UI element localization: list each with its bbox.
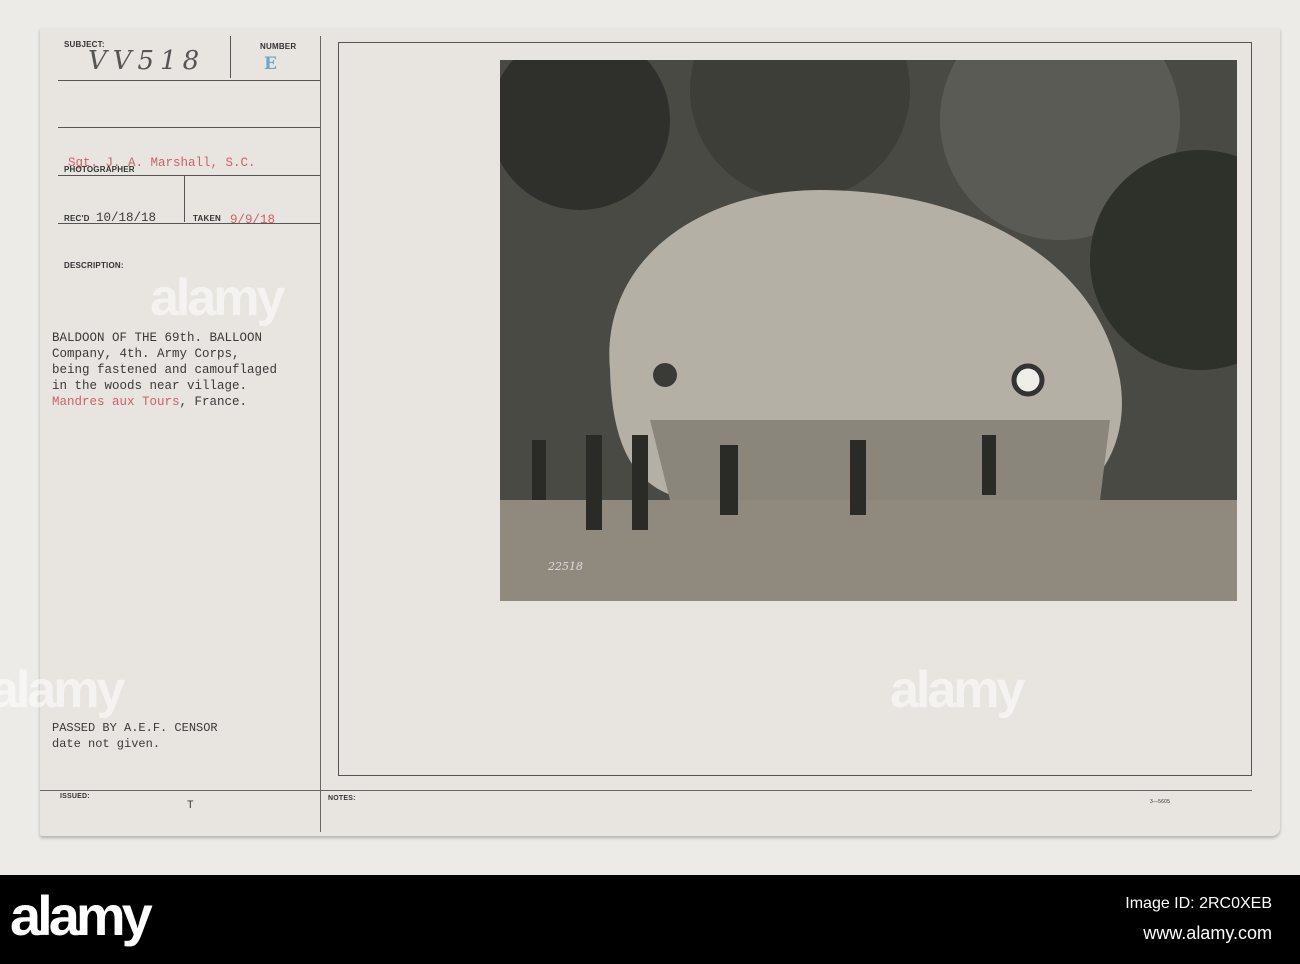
divider	[58, 127, 320, 128]
alamy-url[interactable]: www.alamy.com	[1143, 923, 1272, 944]
description-text: BALDOON OF THE 69th. BALLOON Company, 4t…	[52, 330, 277, 410]
location-line: Mandres aux Tours, France.	[52, 394, 277, 410]
description-line: BALDOON OF THE 69th. BALLOON	[52, 331, 263, 345]
photograph-balloon: 22518	[500, 60, 1237, 601]
issued-value: T	[187, 800, 194, 812]
description-label: DESCRIPTION:	[64, 261, 124, 270]
description-line: being fastened and camouflaged	[52, 363, 278, 377]
taken-value: 9/9/18	[230, 213, 276, 227]
location-country: , France.	[179, 395, 248, 409]
description-line: Company, 4th. Army Corps,	[52, 347, 240, 361]
divider	[40, 790, 1252, 791]
description-line: in the woods near village.	[52, 379, 248, 393]
alamy-logo: alamy	[10, 884, 153, 947]
issued-label: ISSUED:	[60, 793, 90, 800]
location-name: Mandres aux Tours	[52, 395, 180, 409]
divider	[58, 80, 320, 81]
watermark: alamy	[150, 269, 285, 327]
number-label: NUMBER	[260, 42, 297, 51]
balloon-photo-image	[500, 60, 1237, 601]
notes-label: NOTES:	[328, 795, 356, 802]
archive-card: SUBJECT: VV518 NUMBER E Sgt. J. A. Marsh…	[40, 28, 1280, 836]
divider	[58, 223, 320, 224]
recd-label: REC'D	[64, 214, 90, 223]
censor-text: PASSED BY A.E.F. CENSOR date not given.	[52, 720, 218, 752]
footer-bar: alamy Image ID: 2RC0XEB www.alamy.com	[0, 875, 1300, 964]
watermark: alamy	[0, 661, 125, 719]
image-id: Image ID: 2RC0XEB	[1125, 895, 1272, 912]
watermark: alamy	[890, 661, 1025, 719]
taken-label: TAKEN	[193, 214, 221, 223]
form-number: 3—5605	[1150, 799, 1171, 805]
subject-value: VV518	[88, 46, 206, 76]
divider	[58, 175, 320, 176]
photographer-label: PHOTOGRAPHER	[64, 165, 135, 174]
censor-line: date not given.	[52, 737, 161, 751]
column-divider	[320, 36, 321, 832]
number-value: E	[264, 54, 277, 74]
divider	[184, 176, 185, 222]
photo-number: 22518	[548, 560, 583, 573]
censor-line: PASSED BY A.E.F. CENSOR	[52, 721, 218, 735]
divider	[230, 36, 231, 78]
